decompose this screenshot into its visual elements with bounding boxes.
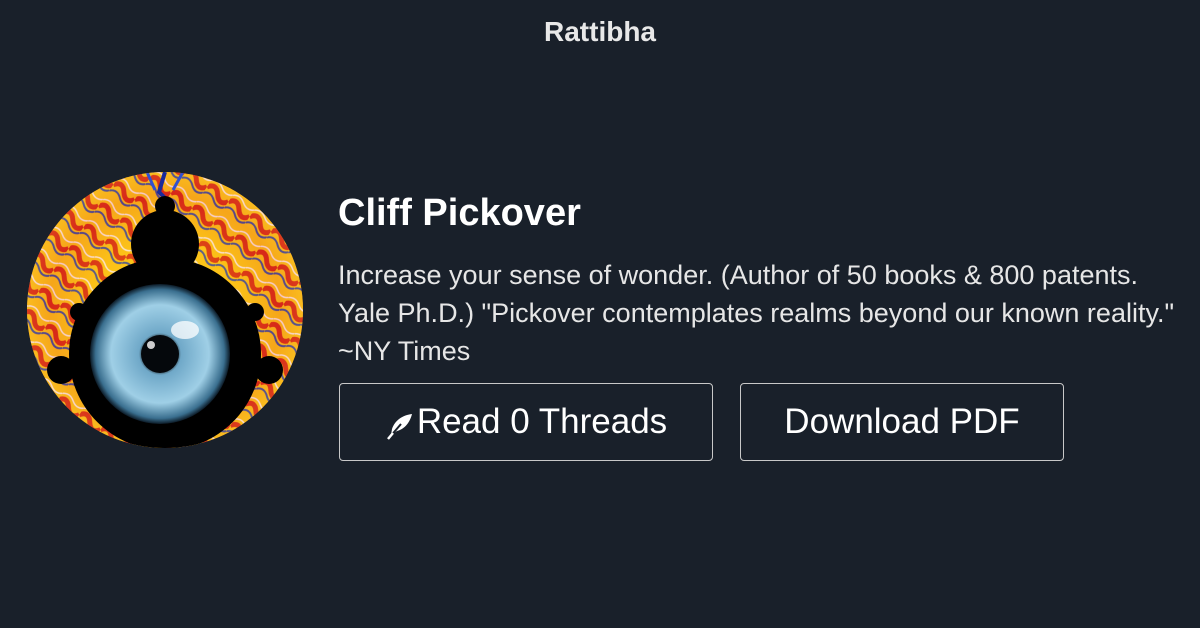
avatar: [27, 172, 303, 448]
profile-name: Cliff Pickover: [338, 192, 581, 234]
page: Rattibha Cliff Pickover Increase your se…: [0, 0, 1200, 628]
profile-bio: Increase your sense of wonder. (Author o…: [338, 260, 1175, 366]
brand-title: Rattibha: [544, 16, 656, 47]
feather-icon: [385, 410, 415, 440]
download-pdf-button[interactable]: Download PDF: [740, 383, 1064, 461]
download-pdf-label: Download PDF: [784, 402, 1020, 441]
read-threads-label: Read 0 Threads: [416, 402, 668, 441]
fractal-eye-avatar-icon: [27, 172, 303, 448]
read-threads-button[interactable]: Read 0 Threads: [339, 383, 713, 461]
